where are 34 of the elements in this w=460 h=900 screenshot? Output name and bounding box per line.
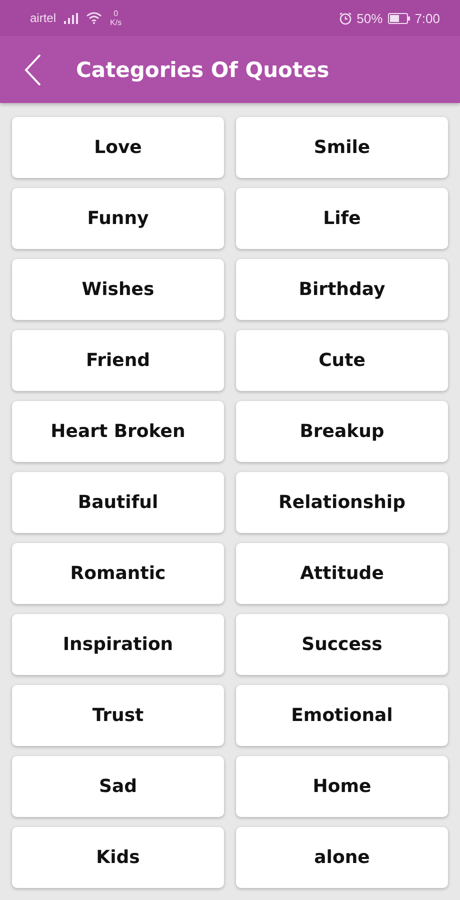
- category-button[interactable]: Life: [236, 188, 448, 249]
- category-button[interactable]: Trust: [12, 685, 224, 746]
- back-button[interactable]: [24, 54, 42, 86]
- category-button[interactable]: Inspiration: [12, 614, 224, 675]
- wifi-icon: [86, 12, 102, 24]
- speed-unit: K/s: [110, 18, 122, 27]
- signal-icon: [64, 12, 78, 24]
- category-button[interactable]: Funny: [12, 188, 224, 249]
- clock-time: 7:00: [414, 10, 440, 26]
- category-button[interactable]: Sad: [12, 756, 224, 817]
- category-button[interactable]: Breakup: [236, 401, 448, 462]
- back-icon: [24, 54, 42, 86]
- category-button[interactable]: Smile: [236, 117, 448, 178]
- battery-icon: [388, 12, 410, 24]
- carrier-name: airtel: [30, 11, 56, 25]
- category-button[interactable]: Love: [12, 117, 224, 178]
- battery-percent: 50%: [356, 10, 383, 26]
- category-button[interactable]: Wishes: [12, 259, 224, 320]
- category-button[interactable]: Romantic: [12, 543, 224, 604]
- category-button[interactable]: Home: [236, 756, 448, 817]
- category-button[interactable]: Relationship: [236, 472, 448, 533]
- category-button[interactable]: Friend: [12, 330, 224, 391]
- speed-value: 0: [114, 9, 118, 18]
- alarm-icon: [338, 12, 352, 24]
- category-button[interactable]: Birthday: [236, 259, 448, 320]
- category-button[interactable]: Kids: [12, 827, 224, 888]
- category-button[interactable]: Success: [236, 614, 448, 675]
- category-button[interactable]: Heart Broken: [12, 401, 224, 462]
- page-title: Categories Of Quotes: [76, 58, 330, 82]
- category-button[interactable]: alone: [236, 827, 448, 888]
- category-button[interactable]: Emotional: [236, 685, 448, 746]
- category-button[interactable]: Cute: [236, 330, 448, 391]
- category-button[interactable]: Attitude: [236, 543, 448, 604]
- category-button[interactable]: Bautiful: [12, 472, 224, 533]
